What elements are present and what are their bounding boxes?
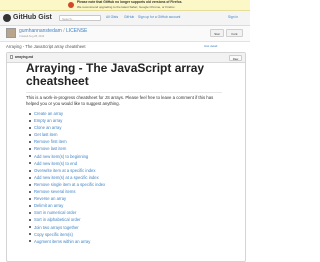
toc-item: Add new item(s) to end xyxy=(28,160,105,167)
toc-item: Add new item(s) at a specific index xyxy=(28,174,105,181)
toc-item: Remove several items xyxy=(28,188,105,195)
file-icon xyxy=(10,55,13,59)
nav-signin[interactable]: Sign in xyxy=(228,14,238,21)
warning-icon xyxy=(68,2,74,8)
octocat-icon[interactable] xyxy=(3,14,11,22)
nav-github[interactable]: GitHub xyxy=(124,14,134,21)
table-of-contents: Create an array Empty an array Clone an … xyxy=(28,110,105,245)
toc-item: Sort in numerical order xyxy=(28,209,105,216)
gist-title: gumhannanstedam / LICENSE xyxy=(19,28,87,34)
file-name-link[interactable]: arraying.md xyxy=(15,54,33,61)
toc-link[interactable]: Add new item(s) to beginning xyxy=(34,154,88,159)
fork-button[interactable]: Fork xyxy=(226,29,243,37)
gist-file-link[interactable]: LICENSE xyxy=(66,28,87,34)
toc-link[interactable]: Sort in numerical order xyxy=(34,210,76,215)
toc-link[interactable]: Add new item(s) at a specific index xyxy=(34,175,99,180)
toc-link[interactable]: Empty an array xyxy=(34,118,62,123)
site-header: GitHub Gist Search... All Gists GitHub S… xyxy=(0,11,250,26)
toc-item: Delimit an array xyxy=(28,202,105,209)
toc-link[interactable]: Augment items within an array xyxy=(34,239,90,244)
page-title: Arraying - The JavaScript array cheatshe… xyxy=(26,61,205,88)
avatar[interactable] xyxy=(6,28,16,38)
nav-all-gists[interactable]: All Gists xyxy=(106,14,118,21)
toc-link[interactable]: Delimit an array xyxy=(34,203,63,208)
toc-item: Get last item xyxy=(28,131,105,138)
toc-link[interactable]: Clone an array xyxy=(34,125,61,130)
toc-item: Remove first item xyxy=(28,138,105,145)
toc-link[interactable]: Remove last item xyxy=(34,146,66,151)
toc-item: Sort in alphabetical order xyxy=(28,216,105,223)
toc-link[interactable]: Add new item(s) to end xyxy=(34,161,77,166)
toc-link[interactable]: Overwrite item at a specific index xyxy=(34,168,95,173)
created-date: Created Aug 28, 2014 xyxy=(19,35,45,38)
notice-line-1: Please note that GitHub no longer suppor… xyxy=(77,0,183,4)
title-divider xyxy=(26,92,222,93)
toc-item: Empty an array xyxy=(28,117,105,124)
intro-paragraph: This is a work-in-progress cheatsheet fo… xyxy=(26,95,214,106)
toc-item: Clone an array xyxy=(28,124,105,131)
toc-item: Augment items within an array xyxy=(28,238,105,245)
toc-link[interactable]: Get last item xyxy=(34,132,58,137)
toc-item: Add new item(s) to beginning xyxy=(28,153,105,160)
toc-link[interactable]: Create an array xyxy=(34,111,63,116)
toc-item: Create an array xyxy=(28,110,105,117)
gist-detail-link[interactable]: Gist detail xyxy=(204,44,217,48)
star-button[interactable]: Star xyxy=(210,29,224,37)
gist-description: Arraying - The JavaScript array cheatshe… xyxy=(6,44,86,49)
toc-item: Remove last item xyxy=(28,145,105,152)
toc-link[interactable]: Remove several items xyxy=(34,189,75,194)
toc-link[interactable]: Reverse an array xyxy=(34,196,66,201)
notice-line-2: We recommend upgrading to the latest Saf… xyxy=(77,4,176,9)
logo[interactable]: GitHub Gist xyxy=(13,13,52,22)
toc-item: Overwrite item at a specific index xyxy=(28,167,105,174)
toc-item: Join two arrays together xyxy=(28,224,105,231)
raw-button[interactable]: Raw xyxy=(229,54,242,61)
toc-link[interactable]: Remove first item xyxy=(34,139,67,144)
gist-owner-link[interactable]: gumhannanstedam xyxy=(19,28,62,34)
search-input[interactable]: Search... xyxy=(59,15,101,21)
toc-item: Remove single item at a specific index xyxy=(28,181,105,188)
toc-link[interactable]: Join two arrays together xyxy=(34,225,79,230)
toc-item: Copy specific item(s) xyxy=(28,231,105,238)
browser-notice-bar: Please note that GitHub no longer suppor… xyxy=(0,0,250,11)
toc-link[interactable]: Copy specific item(s) xyxy=(34,232,73,237)
toc-link[interactable]: Remove single item at a specific index xyxy=(34,182,105,187)
nav-signup[interactable]: Sign up for a GitHub account xyxy=(138,14,180,21)
toc-link[interactable]: Sort in alphabetical order xyxy=(34,217,81,222)
toc-item: Reverse an array xyxy=(28,195,105,202)
